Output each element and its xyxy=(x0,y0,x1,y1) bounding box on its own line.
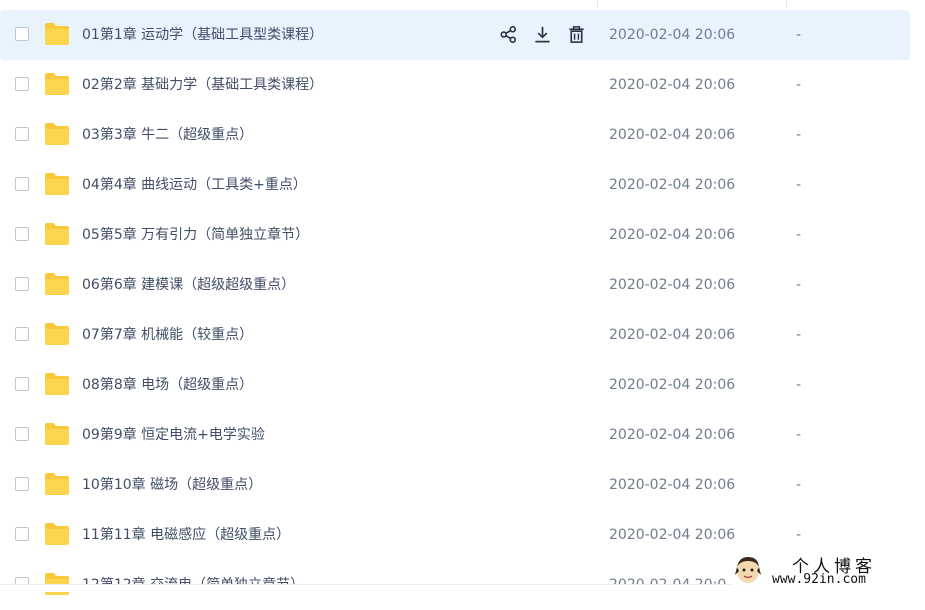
column-header-dividers xyxy=(0,0,925,8)
file-name[interactable]: 06第6章 建模课（超级超级重点） xyxy=(82,260,295,310)
watermark-url: www.92in.com xyxy=(772,572,866,587)
file-size: - xyxy=(796,327,802,343)
modified-date: 2020-02-04 20:06 xyxy=(609,477,736,493)
file-row[interactable]: 07第7章 机械能（较重点） 2020-02-04 20:06 - xyxy=(0,310,910,360)
modified-date: 2020-02-04 20:06 xyxy=(609,177,736,193)
row-checkbox[interactable] xyxy=(15,377,29,391)
watermark: 个人博客 www.92in.com xyxy=(732,552,925,592)
file-name[interactable]: 05第5章 万有引力（简单独立章节） xyxy=(82,210,309,260)
file-size: - xyxy=(796,77,802,93)
row-actions xyxy=(497,23,587,45)
share-icon[interactable] xyxy=(497,23,519,45)
file-name[interactable]: 08第8章 电场（超级重点） xyxy=(82,360,253,410)
row-checkbox[interactable] xyxy=(15,127,29,141)
modified-date: 2020-02-04 20:06 xyxy=(609,227,736,243)
download-icon[interactable] xyxy=(531,23,553,45)
file-row[interactable]: 09第9章 恒定电流+电学实验 2020-02-04 20:06 - xyxy=(0,410,910,460)
row-checkbox[interactable] xyxy=(15,527,29,541)
modified-date: 2020-02-04 20:06 xyxy=(609,327,736,343)
file-size: - xyxy=(796,27,802,43)
file-size: - xyxy=(796,277,802,293)
folder-icon[interactable] xyxy=(44,172,70,196)
trash-icon[interactable] xyxy=(565,23,587,45)
modified-date: 2020-02-04 20:06 xyxy=(609,27,736,43)
file-size: - xyxy=(796,227,802,243)
column-divider[interactable] xyxy=(597,0,598,8)
file-name[interactable]: 10第10章 磁场（超级重点） xyxy=(82,460,262,510)
folder-icon[interactable] xyxy=(44,272,70,296)
file-size: - xyxy=(796,127,802,143)
folder-icon[interactable] xyxy=(44,522,70,546)
row-checkbox[interactable] xyxy=(15,477,29,491)
modified-date: 2020-02-04 20:06 xyxy=(609,377,736,393)
folder-icon[interactable] xyxy=(44,472,70,496)
file-name[interactable]: 09第9章 恒定电流+电学实验 xyxy=(82,410,265,460)
file-name[interactable]: 11第11章 电磁感应（超级重点） xyxy=(82,510,290,560)
folder-icon[interactable] xyxy=(44,372,70,396)
file-size: - xyxy=(796,477,802,493)
file-row[interactable]: 01第1章 运动学（基础工具型类课程） 2020-02-04 20:06 - xyxy=(0,10,910,60)
file-name[interactable]: 07第7章 机械能（较重点） xyxy=(82,310,253,360)
modified-date: 2020-02-04 20:06 xyxy=(609,427,736,443)
file-row[interactable]: 03第3章 牛二（超级重点） 2020-02-04 20:06 - xyxy=(0,110,910,160)
row-checkbox[interactable] xyxy=(15,227,29,241)
folder-icon[interactable] xyxy=(44,22,70,46)
file-size: - xyxy=(796,177,802,193)
file-row[interactable]: 10第10章 磁场（超级重点） 2020-02-04 20:06 - xyxy=(0,460,910,510)
file-row[interactable]: 02第2章 基础力学（基础工具类课程） 2020-02-04 20:06 - xyxy=(0,60,910,110)
row-checkbox[interactable] xyxy=(15,177,29,191)
modified-date: 2020-02-04 20:06 xyxy=(609,77,736,93)
file-name[interactable]: 03第3章 牛二（超级重点） xyxy=(82,110,253,160)
file-name[interactable]: 01第1章 运动学（基础工具型类课程） xyxy=(82,10,323,60)
row-checkbox[interactable] xyxy=(15,277,29,291)
row-checkbox[interactable] xyxy=(15,77,29,91)
row-checkbox[interactable] xyxy=(15,27,29,41)
file-name[interactable]: 04第4章 曲线运动（工具类+重点） xyxy=(82,160,307,210)
modified-date: 2020-02-04 20:06 xyxy=(609,277,736,293)
modified-date: 2020-02-04 20:06 xyxy=(609,527,736,543)
file-row[interactable]: 04第4章 曲线运动（工具类+重点） 2020-02-04 20:06 - xyxy=(0,160,910,210)
file-row[interactable]: 06第6章 建模课（超级超级重点） 2020-02-04 20:06 - xyxy=(0,260,910,310)
file-row[interactable]: 05第5章 万有引力（简单独立章节） 2020-02-04 20:06 - xyxy=(0,210,910,260)
row-checkbox[interactable] xyxy=(15,427,29,441)
file-list: 01第1章 运动学（基础工具型类课程） 2020-02-04 20:06-02第2… xyxy=(0,10,910,610)
file-size: - xyxy=(796,377,802,393)
folder-icon[interactable] xyxy=(44,422,70,446)
column-divider[interactable] xyxy=(786,0,787,8)
file-row[interactable]: 08第8章 电场（超级重点） 2020-02-04 20:06 - xyxy=(0,360,910,410)
folder-icon[interactable] xyxy=(44,72,70,96)
modified-date: 2020-02-04 20:06 xyxy=(609,127,736,143)
row-checkbox[interactable] xyxy=(15,327,29,341)
file-size: - xyxy=(796,427,802,443)
list-bottom-divider xyxy=(0,584,760,585)
watermark-avatar-icon xyxy=(735,557,761,583)
folder-icon[interactable] xyxy=(44,322,70,346)
file-name[interactable]: 02第2章 基础力学（基础工具类课程） xyxy=(82,60,323,110)
folder-icon[interactable] xyxy=(44,222,70,246)
folder-icon[interactable] xyxy=(44,122,70,146)
